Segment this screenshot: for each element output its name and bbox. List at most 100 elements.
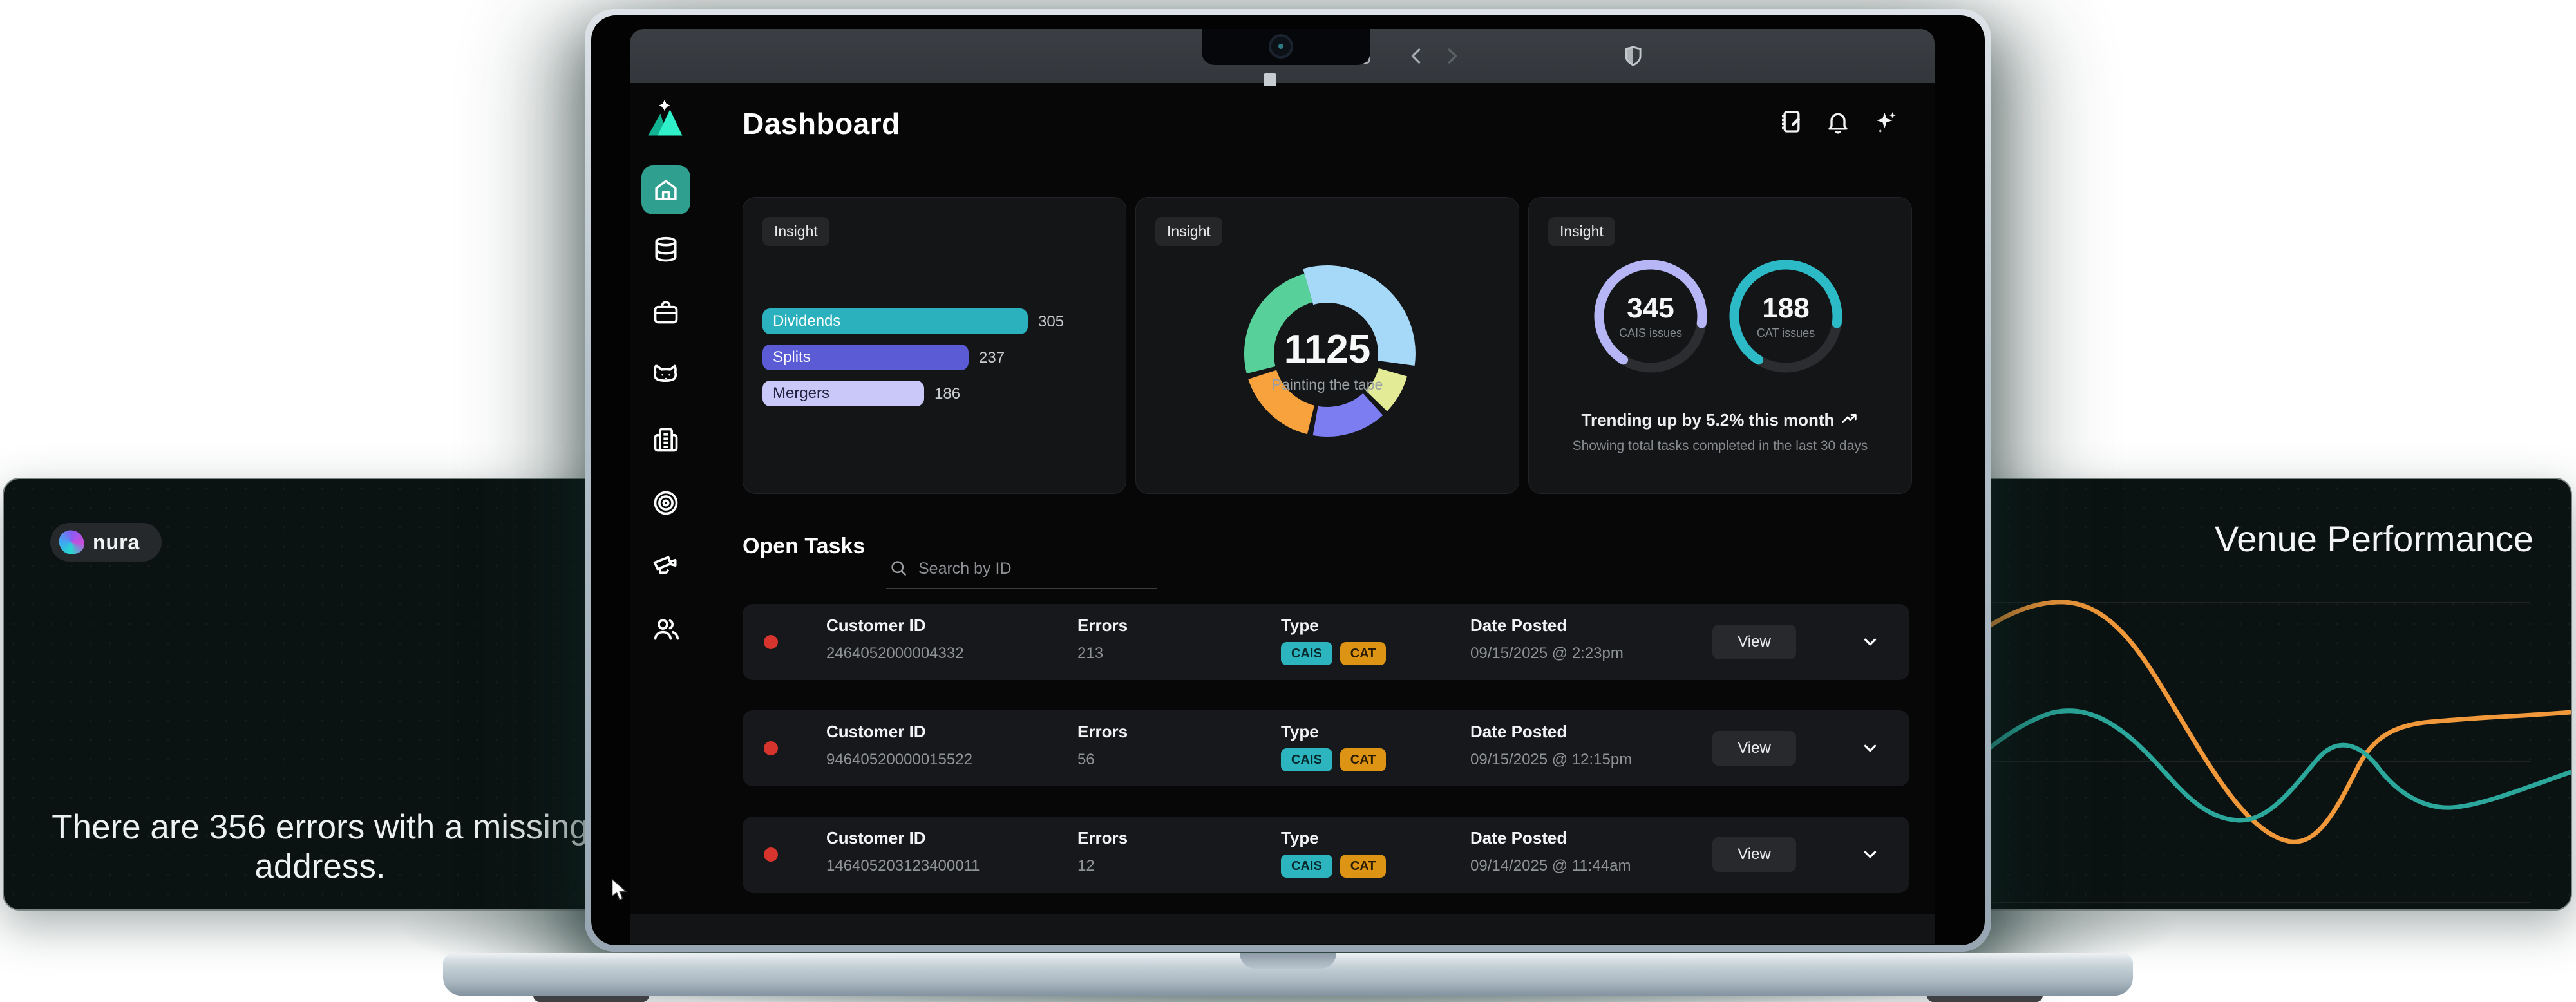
sparkles-ai-icon[interactable] (1873, 109, 1899, 135)
home-icon (652, 176, 679, 203)
type-cell: TypeCAISCAT (1281, 616, 1394, 665)
notes-edit-icon[interactable] (1779, 109, 1804, 135)
search-icon (889, 558, 908, 578)
type-cell: TypeCAISCAT (1281, 722, 1394, 771)
cat-issues-value: 188 (1715, 294, 1857, 323)
sidebar-item-data[interactable] (652, 236, 680, 264)
chevron-down-icon[interactable] (1861, 739, 1880, 758)
task-row: Customer ID146405203123400011Errors12Typ… (743, 817, 1909, 893)
shield-privacy-icon[interactable] (1621, 44, 1645, 68)
search-placeholder: Search by ID (918, 560, 1012, 578)
app-logo (644, 97, 688, 141)
mouse-cursor (611, 878, 631, 903)
printer-icon (652, 426, 680, 454)
browser-window: Dashboard Insight Dividends305Splits237M… (630, 29, 1935, 914)
bell-icon[interactable] (1825, 109, 1851, 135)
briefcase-icon (652, 298, 680, 326)
errors-cell: Errors12 (1077, 828, 1128, 875)
errors-cell: Errors213 (1077, 616, 1128, 663)
sidebar-item-portfolio[interactable] (652, 298, 680, 326)
insight-card-bars: Insight Dividends 305 Splits 237 Mergers 186 (743, 197, 1126, 494)
customer-id-cell: Customer ID2464052000004332 (826, 616, 964, 663)
trending-up-icon (1841, 411, 1859, 429)
laptop-foot (533, 996, 649, 1002)
sidebar-item-home[interactable] (641, 165, 690, 214)
sidebar-item-users[interactable] (652, 615, 680, 643)
bar-splits: Splits 237 (762, 345, 1110, 370)
sidebar-item-reports[interactable] (652, 426, 680, 454)
bar-value: 186 (934, 385, 960, 403)
insight-badge: Insight (1155, 217, 1222, 246)
donut-subtitle: Painting the tape (1136, 376, 1519, 393)
error-summary-card: nura 356 errors There are 356 errors wit… (3, 478, 638, 911)
type-badge-cais: CAIS (1281, 855, 1332, 878)
back-icon[interactable] (1406, 45, 1428, 67)
date-posted-cell: Date Posted09/15/2025 @ 12:15pm (1470, 722, 1632, 769)
cat-icon (652, 362, 680, 390)
customer-id-cell: Customer ID146405203123400011 (826, 828, 980, 875)
error-message: There are 356 errors with a missing addr… (4, 808, 636, 886)
insight-card-gauges: Insight 345 CAIS issues 188 CAT issues T… (1528, 197, 1912, 494)
cais-issues-value: 345 (1580, 294, 1721, 323)
bar-dividends: Dividends 305 (762, 308, 1110, 334)
lid-groove (1240, 953, 1336, 969)
view-button[interactable]: View (1712, 837, 1796, 872)
nura-brand-pill: nura (50, 523, 162, 562)
task-row: Customer ID2464052000004332Errors213Type… (743, 604, 1909, 680)
composition: nura 356 errors There are 356 errors wit… (0, 0, 2576, 1002)
sidebar-item-targets[interactable] (652, 489, 680, 517)
errors-cell: Errors56 (1077, 722, 1128, 769)
donut-total: 1125 (1136, 330, 1519, 370)
bar-mergers: Mergers 186 (762, 381, 1110, 406)
bar-value: 237 (979, 349, 1005, 367)
trend-subtext: Showing total tasks completed in the las… (1529, 439, 1911, 454)
date-posted-cell: Date Posted09/15/2025 @ 2:23pm (1470, 616, 1624, 663)
insight-card-donut: Insight 1125 Painting the tape (1135, 197, 1519, 494)
open-tasks-title: Open Tasks (743, 534, 865, 559)
bar-label: Splits (773, 348, 811, 366)
gauge-text-cat: 188 CAT issues (1715, 294, 1857, 340)
customer-id-cell: Customer ID94640520000015522 (826, 722, 972, 769)
gauge-text-cais: 345 CAIS issues (1580, 294, 1721, 340)
status-dot (764, 635, 778, 649)
status-dot (764, 847, 778, 862)
bar-label: Dividends (773, 312, 840, 330)
dashboard-app: Dashboard Insight Dividends305Splits237M… (630, 83, 1935, 914)
type-badge-cat: CAT (1340, 748, 1387, 771)
laptop-foot (1927, 996, 2043, 1002)
date-posted-cell: Date Posted09/14/2025 @ 11:44am (1470, 828, 1631, 875)
trend-text: Trending up by 5.2% this month (1529, 410, 1911, 430)
chevron-down-icon[interactable] (1861, 632, 1880, 652)
nura-logo-icon (56, 527, 87, 558)
bar-value: 305 (1038, 313, 1064, 331)
sidebar-item-watchdog[interactable] (652, 362, 680, 390)
target-icon (652, 489, 680, 517)
database-icon (652, 236, 680, 264)
task-row: Customer ID94640520000015522Errors56Type… (743, 710, 1909, 786)
type-badge-cais: CAIS (1281, 748, 1332, 771)
brand-name: nura (93, 531, 140, 554)
cais-issues-label: CAIS issues (1580, 326, 1721, 340)
sidebar-item-surveillance[interactable] (652, 553, 680, 581)
type-badge-cat: CAT (1340, 855, 1387, 878)
type-cell: TypeCAISCAT (1281, 828, 1394, 878)
cctv-icon (652, 553, 680, 581)
laptop-base (443, 953, 2133, 996)
cat-issues-label: CAT issues (1715, 326, 1857, 340)
users-icon (652, 615, 680, 643)
donut-center: 1125 Painting the tape (1136, 330, 1519, 393)
type-badge-cais: CAIS (1281, 642, 1332, 665)
view-button[interactable]: View (1712, 625, 1796, 659)
screen-chin (630, 914, 1935, 944)
menubar-chip (1264, 73, 1276, 86)
bar-label: Mergers (773, 384, 829, 402)
search-input[interactable]: Search by ID (886, 554, 1157, 589)
view-button[interactable]: View (1712, 731, 1796, 766)
forward-icon[interactable] (1441, 45, 1463, 67)
type-badge-cat: CAT (1340, 642, 1387, 665)
insight-badge: Insight (762, 217, 829, 246)
chevron-down-icon[interactable] (1861, 845, 1880, 864)
webcam-icon (1269, 34, 1293, 59)
status-dot (764, 741, 778, 755)
camera-notch (1202, 29, 1370, 65)
